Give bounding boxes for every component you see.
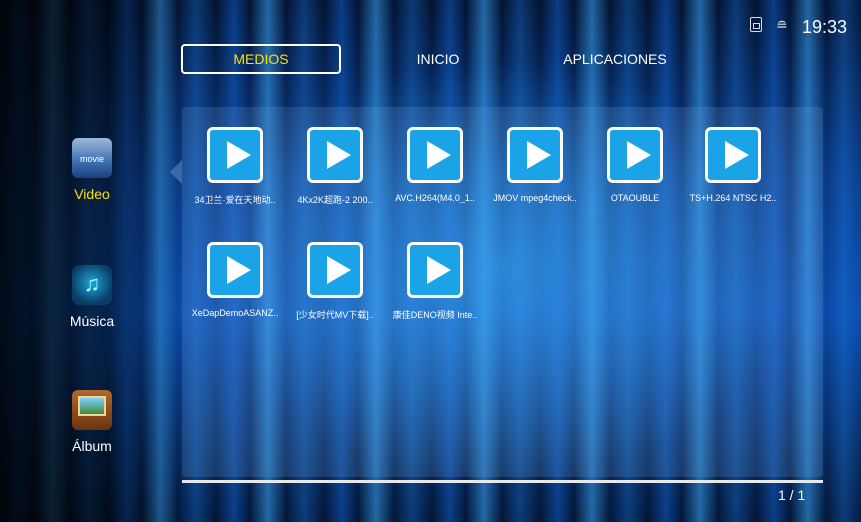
page-indicator: 1 / 1 [778,487,806,503]
play-icon [607,127,663,183]
file-name: TS+H.264 NTSC H2.. [689,193,777,203]
sidebar-item-album[interactable]: Álbum [60,390,124,454]
music-icon: ♫ [72,265,112,305]
file-tile[interactable]: 34卫兰·爱在天地动.. [185,127,285,206]
album-icon [72,390,112,430]
file-name: OTAOUBLE [610,193,660,203]
file-name: [少女时代MV下载].. [296,310,374,320]
file-grid-panel: 34卫兰·爱在天地动.. 4Kx2K超跑-2 200.. AVC.H264(M4… [182,107,823,477]
tab-inicio[interactable]: INICIO [390,44,486,74]
sidebar-item-video[interactable]: movie Video [60,138,124,202]
file-name: 康佳DENO视频 Inte.. [392,310,478,320]
play-icon [705,127,761,183]
sidebar-item-label: Álbum [72,438,112,454]
sidebar-item-label: Música [69,313,115,329]
clock: 19:33 [802,17,848,37]
file-name: JMOV mpeg4check.. [493,193,577,203]
wifi-icon: ≘ [776,17,788,33]
play-icon [207,242,263,298]
tab-aplicaciones[interactable]: APLICACIONES [540,44,690,74]
play-icon [307,242,363,298]
play-icon [307,127,363,183]
play-icon [507,127,563,183]
tab-medios[interactable]: MEDIOS [181,44,341,74]
selection-pointer [170,160,182,184]
sidebar-item-label: Video [74,186,110,202]
page-divider [182,480,823,483]
play-icon [407,242,463,298]
media-center-screen: ≘ 19:33 MEDIOS INICIO APLICACIONES movie… [0,0,861,522]
file-tile[interactable]: 4Kx2K超跑-2 200.. [285,127,385,206]
file-tile[interactable]: JMOV mpeg4check.. [485,127,585,203]
video-icon: movie [72,138,112,178]
sd-card-icon [750,17,762,32]
file-tile[interactable]: AVC.H264(M4.0_1.. [385,127,485,203]
play-icon [407,127,463,183]
file-tile[interactable]: [少女时代MV下载].. [285,242,385,321]
file-name: 34卫兰·爱在天地动.. [194,195,276,205]
file-tile[interactable]: OTAOUBLE [585,127,685,203]
file-name: XeDapDemoASANZ.. [191,308,279,318]
file-tile[interactable]: XeDapDemoASANZ.. [185,242,285,318]
file-name: AVC.H264(M4.0_1.. [395,193,475,203]
play-icon [207,127,263,183]
file-tile[interactable]: 康佳DENO视频 Inte.. [385,242,485,321]
file-tile[interactable]: TS+H.264 NTSC H2.. [683,127,783,203]
sidebar-item-musica[interactable]: ♫ Música [60,265,124,329]
file-name: 4Kx2K超跑-2 200.. [297,195,373,205]
